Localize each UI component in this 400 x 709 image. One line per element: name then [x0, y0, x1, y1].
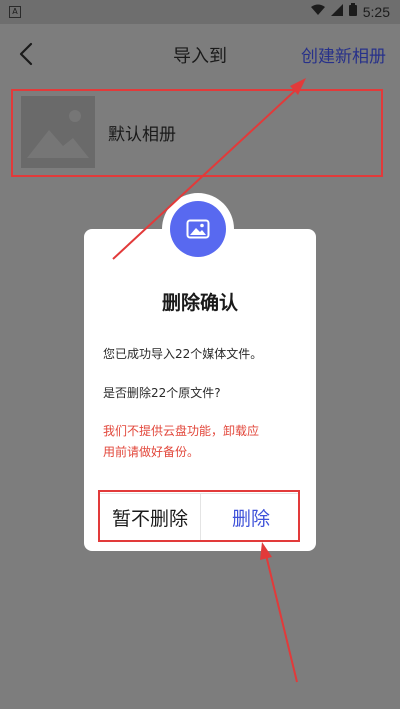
create-album-button[interactable]: 创建新相册 [301, 42, 386, 67]
delete-files-button[interactable]: 删除 [201, 494, 301, 540]
app-bar: 导入到 创建新相册 [0, 24, 400, 84]
album-name: 默认相册 [108, 125, 176, 145]
clock: 5:25 [362, 3, 390, 20]
keep-files-button[interactable]: 暂不删除 [100, 494, 200, 540]
battery-icon [348, 3, 357, 20]
chevron-left-icon[interactable] [14, 40, 40, 68]
signal-icon [330, 3, 343, 20]
image-placeholder-icon [21, 96, 95, 168]
status-bar: A 5:25 [0, 0, 400, 24]
notification-badge: A [9, 6, 21, 18]
dialog-message-question: 是否删除22个原文件? [103, 386, 221, 400]
wifi-icon [310, 4, 325, 20]
album-list-item[interactable]: 默认相册 [0, 94, 400, 174]
dialog-title: 删除确认 [161, 292, 238, 314]
dialog-icon-badge [162, 193, 234, 265]
image-icon [170, 201, 226, 257]
dialog-message-imported: 您已成功导入22个媒体文件。 [103, 347, 263, 361]
status-icons: 5:25 [310, 3, 390, 20]
dialog-warning-line2: 用前请做好备份。 [103, 445, 200, 459]
dialog-warning-line1: 我们不提供云盘功能，卸载应 [103, 424, 260, 438]
